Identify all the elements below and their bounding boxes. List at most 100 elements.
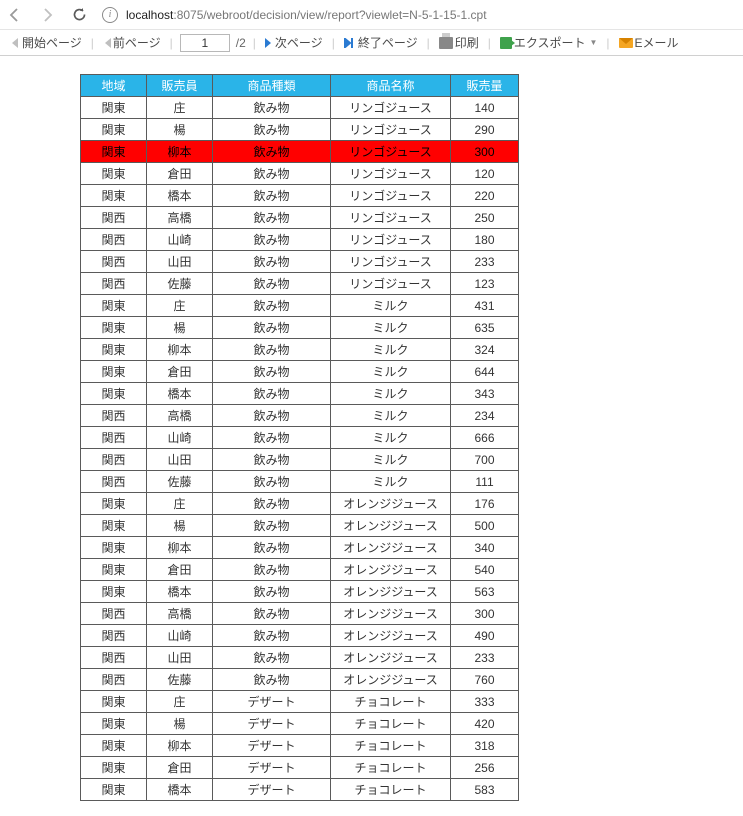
table-cell: ミルク <box>331 317 451 339</box>
table-cell: 飲み物 <box>213 119 331 141</box>
table-cell: 楊 <box>147 317 213 339</box>
table-cell: 関西 <box>81 471 147 493</box>
table-cell: 関西 <box>81 405 147 427</box>
export-icon <box>500 37 512 49</box>
table-cell: 飲み物 <box>213 97 331 119</box>
table-cell: リンゴジュース <box>331 207 451 229</box>
export-button[interactable]: エクスポート ▼ <box>498 34 600 51</box>
column-header: 販売量 <box>451 75 519 97</box>
table-cell: 635 <box>451 317 519 339</box>
table-cell: 関西 <box>81 251 147 273</box>
table-cell: 柳本 <box>147 339 213 361</box>
table-row: 関西山崎飲み物オレンジジュース490 <box>81 625 519 647</box>
table-cell: ミルク <box>331 449 451 471</box>
table-cell: 飲み物 <box>213 449 331 471</box>
back-icon[interactable] <box>6 6 24 24</box>
table-cell: 飲み物 <box>213 207 331 229</box>
table-row: 関東楊飲み物ミルク635 <box>81 317 519 339</box>
table-cell: 関西 <box>81 229 147 251</box>
table-cell: 佐藤 <box>147 273 213 295</box>
column-header: 地域 <box>81 75 147 97</box>
table-cell: 飲み物 <box>213 383 331 405</box>
table-cell: 176 <box>451 493 519 515</box>
table-cell: 佐藤 <box>147 669 213 691</box>
separator: | <box>91 36 94 50</box>
forward-icon[interactable] <box>38 6 56 24</box>
email-button[interactable]: Eメール <box>617 34 681 51</box>
table-cell: 橋本 <box>147 779 213 801</box>
separator: | <box>253 36 256 50</box>
url-path: :8075/webroot/decision/view/report?viewl… <box>173 8 486 22</box>
first-page-button[interactable]: 開始ページ <box>6 34 84 51</box>
column-header: 商品種類 <box>213 75 331 97</box>
separator: | <box>170 36 173 50</box>
table-cell: オレンジジュース <box>331 625 451 647</box>
table-cell: ミルク <box>331 405 451 427</box>
address-bar[interactable]: i localhost:8075/webroot/decision/view/r… <box>102 2 737 28</box>
table-cell: ミルク <box>331 427 451 449</box>
site-info-icon[interactable]: i <box>102 7 118 23</box>
next-page-label: 次ページ <box>275 34 323 51</box>
prev-page-button[interactable]: 前ページ <box>101 34 163 51</box>
table-cell: 関西 <box>81 273 147 295</box>
table-cell: オレンジジュース <box>331 559 451 581</box>
table-cell: 関東 <box>81 757 147 779</box>
table-cell: リンゴジュース <box>331 185 451 207</box>
table-row: 関東倉田飲み物ミルク644 <box>81 361 519 383</box>
table-cell: リンゴジュース <box>331 163 451 185</box>
table-row: 関西山田飲み物ミルク700 <box>81 449 519 471</box>
table-cell: 山崎 <box>147 229 213 251</box>
table-cell: 233 <box>451 647 519 669</box>
table-cell: 420 <box>451 713 519 735</box>
next-page-icon <box>265 38 273 48</box>
last-page-label: 終了ページ <box>358 34 418 51</box>
chevron-down-icon: ▼ <box>589 38 597 47</box>
table-cell: 300 <box>451 603 519 625</box>
table-cell: 倉田 <box>147 559 213 581</box>
table-row: 関西佐藤飲み物オレンジジュース760 <box>81 669 519 691</box>
table-cell: 飲み物 <box>213 295 331 317</box>
table-cell: 飲み物 <box>213 251 331 273</box>
table-cell: 庄 <box>147 691 213 713</box>
table-cell: 山田 <box>147 647 213 669</box>
table-cell: 関西 <box>81 625 147 647</box>
table-cell: チョコレート <box>331 735 451 757</box>
table-cell: 飲み物 <box>213 317 331 339</box>
table-cell: 343 <box>451 383 519 405</box>
table-row: 関東柳本飲み物リンゴジュース300 <box>81 141 519 163</box>
table-cell: 橋本 <box>147 185 213 207</box>
prev-page-label: 前ページ <box>113 34 161 51</box>
table-cell: 楊 <box>147 515 213 537</box>
table-cell: 飲み物 <box>213 339 331 361</box>
table-row: 関東楊飲み物オレンジジュース500 <box>81 515 519 537</box>
table-cell: 飲み物 <box>213 141 331 163</box>
table-cell: 関東 <box>81 779 147 801</box>
table-cell: デザート <box>213 691 331 713</box>
table-cell: 佐藤 <box>147 471 213 493</box>
last-page-icon <box>344 38 356 48</box>
table-cell: 666 <box>451 427 519 449</box>
table-cell: 山崎 <box>147 427 213 449</box>
table-row: 関西高橋飲み物ミルク234 <box>81 405 519 427</box>
first-page-icon <box>8 38 20 48</box>
table-cell: 関東 <box>81 119 147 141</box>
table-cell: リンゴジュース <box>331 119 451 141</box>
table-cell: 高橋 <box>147 207 213 229</box>
table-cell: チョコレート <box>331 713 451 735</box>
url-text: localhost:8075/webroot/decision/view/rep… <box>126 8 487 22</box>
table-cell: 山田 <box>147 251 213 273</box>
table-cell: 倉田 <box>147 361 213 383</box>
table-cell: 123 <box>451 273 519 295</box>
last-page-button[interactable]: 終了ページ <box>342 34 420 51</box>
table-cell: オレンジジュース <box>331 493 451 515</box>
table-row: 関西高橋飲み物リンゴジュース250 <box>81 207 519 229</box>
table-cell: 関西 <box>81 207 147 229</box>
table-cell: リンゴジュース <box>331 141 451 163</box>
refresh-icon[interactable] <box>70 6 88 24</box>
print-button[interactable]: 印刷 <box>437 34 481 51</box>
next-page-button[interactable]: 次ページ <box>263 34 325 51</box>
table-cell: 256 <box>451 757 519 779</box>
current-page-input[interactable] <box>180 34 230 52</box>
table-cell: 飲み物 <box>213 603 331 625</box>
table-cell: 関東 <box>81 361 147 383</box>
